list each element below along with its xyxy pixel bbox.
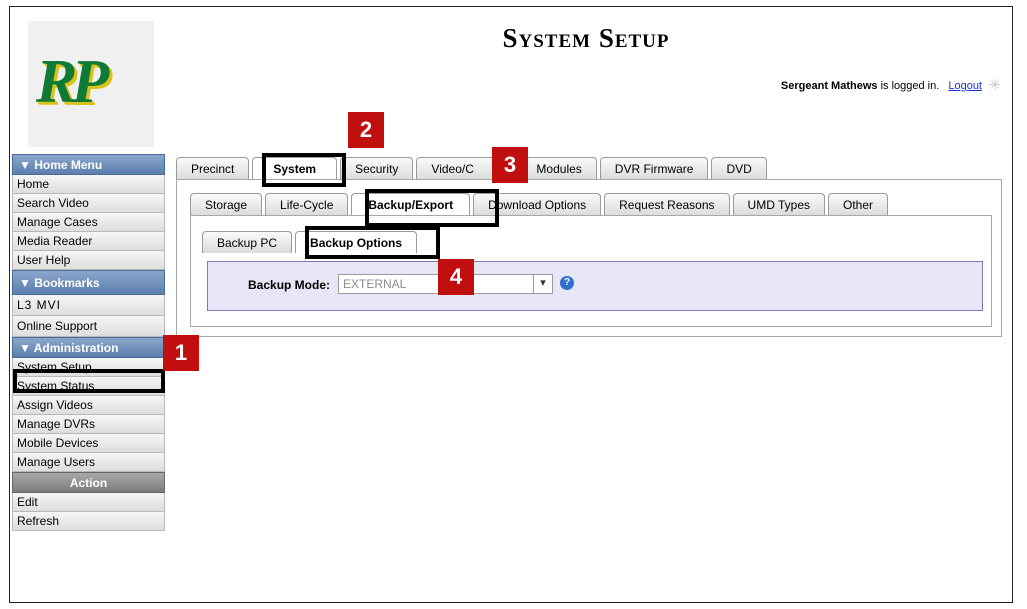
backup-mode-label: Backup Mode: <box>248 278 331 292</box>
sidebar-item-media-reader[interactable]: Media Reader <box>12 232 165 251</box>
action-item-refresh[interactable]: Refresh <box>12 512 165 531</box>
chevron-down-icon[interactable]: ▾ <box>533 275 552 293</box>
tab-modules[interactable]: Modules <box>521 157 597 179</box>
sidebar-item-search-video[interactable]: Search Video <box>12 194 165 213</box>
sidebar: ▼ Home Menu Home Search Video Manage Cas… <box>12 154 165 531</box>
logout-link[interactable]: Logout <box>948 80 982 92</box>
tabs-level2: Storage Life-Cycle Backup/Export Downloa… <box>190 193 891 215</box>
tab-other[interactable]: Other <box>828 193 889 215</box>
highlight-system-setup <box>13 369 165 393</box>
callout-badge-4: 4 <box>438 259 474 295</box>
tab-storage[interactable]: Storage <box>190 193 263 215</box>
callout-badge-2: 2 <box>348 112 384 148</box>
question-circle-icon[interactable]: ? <box>560 276 574 290</box>
sidebar-item-manage-dvrs[interactable]: Manage DVRs <box>12 415 165 434</box>
action-header: Action <box>12 472 165 493</box>
sidebar-item-home[interactable]: Home <box>12 175 165 194</box>
callout-badge-1: 1 <box>163 335 199 371</box>
app-frame: RP System Setup Sergeant Mathews is logg… <box>9 6 1013 603</box>
home-menu-header[interactable]: ▼ Home Menu <box>12 154 165 175</box>
action-item-edit[interactable]: Edit <box>12 493 165 512</box>
backup-mode-row: Backup Mode: EXTERNAL ▾ ? <box>207 261 983 311</box>
logged-in-text: is logged in. <box>880 80 940 92</box>
sidebar-item-mobile-devices[interactable]: Mobile Devices <box>12 434 165 453</box>
highlight-backup-export-tab <box>365 189 499 227</box>
sidebar-item-assign-videos[interactable]: Assign Videos <box>12 396 165 415</box>
page-title: System Setup <box>502 23 670 53</box>
tab-dvr-firmware[interactable]: DVR Firmware <box>599 157 709 179</box>
tab-life-cycle[interactable]: Life-Cycle <box>265 193 349 215</box>
sidebar-item-online-support[interactable]: Online Support <box>12 316 165 337</box>
callout-badge-3: 3 <box>492 147 528 183</box>
sidebar-item-l3-mvi[interactable]: L3 MVI <box>12 295 165 316</box>
logo-text: RP <box>36 48 109 116</box>
tab-backup-pc[interactable]: Backup PC <box>202 231 293 253</box>
tab-security[interactable]: Security <box>340 157 414 179</box>
sidebar-item-user-help[interactable]: User Help <box>12 251 165 270</box>
administration-header[interactable]: ▼ Administration <box>12 337 165 358</box>
bookmarks-header[interactable]: ▼ Bookmarks <box>12 270 165 295</box>
user-name: Sergeant Mathews <box>780 80 878 92</box>
highlight-system-tab <box>262 153 346 187</box>
login-status: Sergeant Mathews is logged in. Logout <box>781 80 982 92</box>
sidebar-item-manage-users[interactable]: Manage Users <box>12 453 165 472</box>
loading-spinner-icon: ✳ <box>988 77 1002 94</box>
tab-request-reasons[interactable]: Request Reasons <box>604 193 730 215</box>
highlight-backup-options-tab <box>305 226 440 259</box>
tab-precinct[interactable]: Precinct <box>176 157 250 179</box>
tab-umd-types[interactable]: UMD Types <box>732 193 825 215</box>
backup-mode-value: EXTERNAL <box>343 277 407 291</box>
tab-dvd[interactable]: DVD <box>711 157 767 179</box>
sidebar-item-manage-cases[interactable]: Manage Cases <box>12 213 165 232</box>
